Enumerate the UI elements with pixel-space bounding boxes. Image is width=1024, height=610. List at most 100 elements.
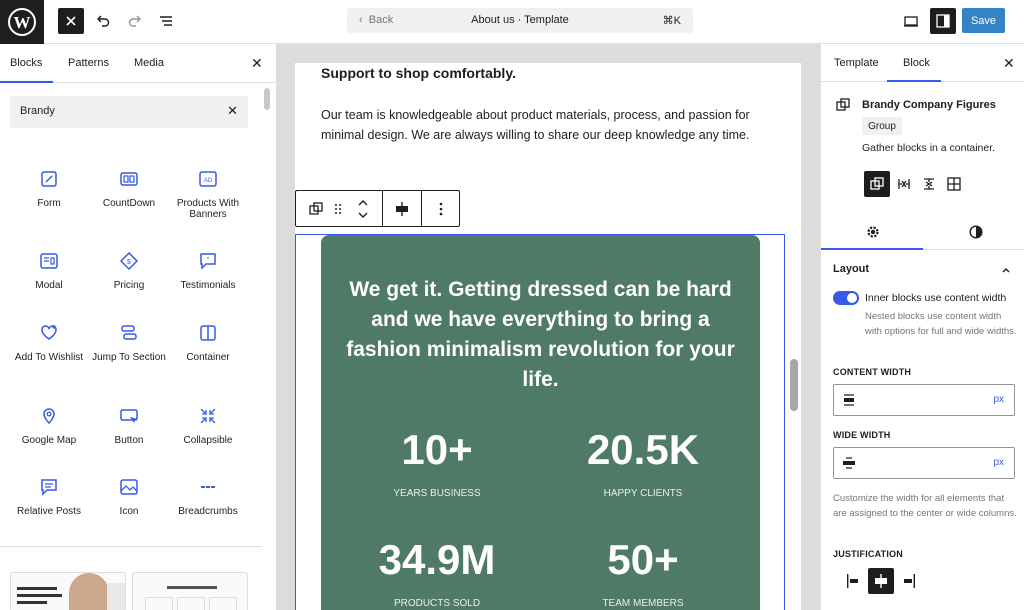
- block-item[interactable]: CountDown: [90, 168, 168, 209]
- block-item[interactable]: Add To Wishlist: [10, 322, 88, 363]
- container-icon: [197, 322, 219, 344]
- inserter-tabs: Blocks Patterns Media ✕: [0, 44, 276, 83]
- close-icon[interactable]: ✕: [251, 55, 263, 72]
- content-width-toggle[interactable]: [833, 291, 859, 305]
- content-width-field[interactable]: px: [833, 384, 1015, 416]
- stat-label[interactable]: PRODUCTS SOLD: [337, 598, 537, 609]
- block-item-label: Testimonials: [180, 280, 236, 291]
- justify-left-icon[interactable]: [841, 568, 867, 594]
- unit-select[interactable]: px: [993, 394, 1004, 405]
- save-button[interactable]: Save: [962, 8, 1005, 33]
- move-up-down-icon[interactable]: [350, 191, 376, 226]
- wide-width-field[interactable]: px: [833, 447, 1015, 479]
- pattern-preview[interactable]: [132, 572, 248, 610]
- stat-label[interactable]: TEAM MEMBERS: [543, 598, 743, 609]
- block-item[interactable]: Container: [169, 322, 247, 363]
- justify-right-icon[interactable]: [895, 568, 921, 594]
- chevron-up-icon[interactable]: [1001, 262, 1011, 280]
- preview-icon[interactable]: [898, 8, 924, 34]
- block-item[interactable]: $ Pricing: [90, 250, 168, 291]
- justification-control: [841, 568, 921, 596]
- block-title: Brandy Company Figures: [862, 99, 996, 111]
- more-options-icon[interactable]: [422, 191, 459, 226]
- image-icon: [118, 476, 140, 498]
- block-item[interactable]: AD Products With Banners: [169, 168, 247, 220]
- company-figures-block[interactable]: We get it. Getting dressed can be hard a…: [321, 235, 760, 610]
- stat-label[interactable]: HAPPY CLIENTS: [543, 488, 743, 499]
- block-item[interactable]: Modal: [10, 250, 88, 291]
- block-item[interactable]: " Testimonials: [169, 250, 247, 291]
- tab-template[interactable]: Template: [834, 57, 879, 69]
- breadcrumbs-icon: [197, 476, 219, 498]
- close-inserter-button[interactable]: [58, 8, 84, 34]
- top-toolbar: W ‹ Back About us · Template ⌘K Save: [0, 0, 1024, 44]
- section-paragraph[interactable]: Our team is knowledgeable about product …: [321, 105, 771, 145]
- block-item[interactable]: Icon: [90, 476, 168, 517]
- block-item-label: Products With Banners: [176, 198, 240, 220]
- block-item[interactable]: Collapsible: [169, 405, 247, 446]
- layout-section-title[interactable]: Layout: [833, 263, 869, 275]
- width-help: Customize the width for all elements tha…: [833, 493, 1017, 519]
- document-title: About us · Template: [471, 14, 569, 26]
- stat-value[interactable]: 50+: [543, 538, 743, 582]
- block-item-label: Modal: [35, 280, 63, 291]
- block-item[interactable]: Google Map: [10, 405, 88, 446]
- clear-search-icon[interactable]: ✕: [227, 103, 238, 119]
- settings-sidebar-icon[interactable]: [930, 8, 956, 34]
- jump-icon: [118, 322, 140, 344]
- stat-value[interactable]: 20.5K: [543, 428, 743, 472]
- figures-headline[interactable]: We get it. Getting dressed can be hard a…: [341, 275, 740, 395]
- wishlist-icon: [38, 322, 60, 344]
- stack-variation-icon[interactable]: [916, 171, 942, 197]
- close-icon[interactable]: ✕: [1003, 55, 1015, 72]
- tab-media[interactable]: Media: [134, 57, 164, 69]
- shortcut-hint: ⌘K: [662, 15, 681, 27]
- block-item-label: Add To Wishlist: [14, 352, 84, 363]
- tab-blocks[interactable]: Blocks: [10, 57, 42, 69]
- group-transform-icon[interactable]: [302, 191, 330, 226]
- block-item-label: Pricing: [113, 280, 145, 291]
- group-variation-icon[interactable]: [864, 171, 890, 197]
- block-item-label: Icon: [119, 506, 139, 517]
- undo-icon[interactable]: [90, 8, 116, 34]
- block-search-input[interactable]: Brandy ✕: [10, 96, 248, 128]
- toggle-help: Nested blocks use content width with opt…: [865, 311, 1017, 337]
- stat-value[interactable]: 34.9M: [337, 538, 537, 582]
- wordpress-logo-icon[interactable]: W: [0, 0, 44, 44]
- pattern-preview[interactable]: [10, 572, 126, 610]
- grid-variation-icon[interactable]: [941, 171, 967, 197]
- svg-text:": ": [207, 257, 210, 264]
- justify-center-icon[interactable]: [383, 191, 421, 226]
- settings-sidebar: Template Block ✕ Brandy Company Figures …: [820, 44, 1024, 610]
- block-item[interactable]: Breadcrumbs: [169, 476, 247, 517]
- styles-icon[interactable]: [969, 225, 983, 244]
- block-item-label: CountDown: [102, 198, 156, 209]
- row-variation-icon[interactable]: [891, 171, 917, 197]
- canvas-scrollbar[interactable]: [790, 359, 798, 411]
- drag-handle-icon[interactable]: [330, 191, 346, 226]
- tab-patterns[interactable]: Patterns: [68, 57, 109, 69]
- block-item-label: Google Map: [21, 435, 77, 446]
- testimonials-icon: ": [197, 250, 219, 272]
- block-toolbar: [295, 190, 460, 227]
- justify-center-icon[interactable]: [868, 568, 894, 594]
- block-item[interactable]: Button: [90, 405, 168, 446]
- section-heading[interactable]: Support to shop comfortably.: [321, 65, 516, 81]
- stat-label[interactable]: YEARS BUSINESS: [337, 488, 537, 499]
- stat-value[interactable]: 10+: [337, 428, 537, 472]
- justification-label: JUSTIFICATION: [833, 549, 903, 559]
- inserter-scrollbar[interactable]: [264, 88, 270, 110]
- tab-block[interactable]: Block: [903, 57, 930, 69]
- active-tab-indicator: [887, 80, 941, 82]
- block-item[interactable]: Jump To Section: [90, 322, 168, 363]
- gear-icon[interactable]: [866, 225, 880, 244]
- block-item[interactable]: Form: [10, 168, 88, 209]
- redo-icon[interactable]: [122, 8, 148, 34]
- document-overview-icon[interactable]: [153, 8, 179, 34]
- svg-text:W: W: [14, 13, 31, 32]
- unit-select[interactable]: px: [993, 457, 1004, 468]
- products-banner-icon: AD: [197, 168, 219, 190]
- block-item[interactable]: Relative Posts: [10, 476, 88, 517]
- block-inserter-panel: Blocks Patterns Media ✕ Brandy ✕ Form Cou…: [0, 44, 277, 610]
- command-center[interactable]: ‹ Back About us · Template ⌘K: [347, 8, 693, 33]
